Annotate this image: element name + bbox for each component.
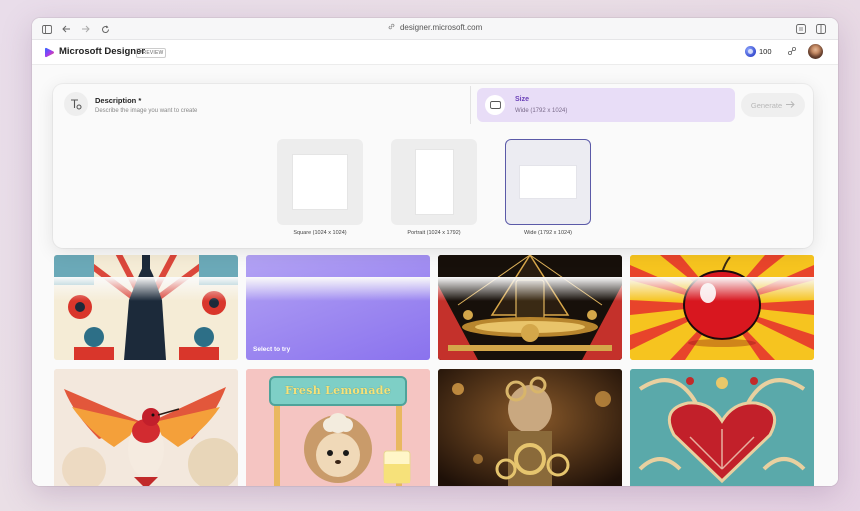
share-icon[interactable] [787, 46, 797, 58]
size-option-portrait[interactable] [391, 139, 477, 225]
gallery-fade [32, 277, 838, 301]
prompt-panel: Description * Describe the image you wan… [53, 84, 813, 248]
address-bar[interactable]: designer.microsoft.com [32, 23, 838, 32]
select-to-try-label: Select to try [253, 346, 291, 353]
square-shape [293, 155, 347, 209]
text-prompt-icon [64, 92, 88, 116]
portrait-shape [415, 150, 453, 214]
browser-window: designer.microsoft.com Microsoft Designe… [32, 18, 838, 486]
gallery-tile-select[interactable]: Select to try [246, 255, 430, 360]
gallery-tile-cherry[interactable] [630, 255, 814, 360]
gallery-tile-steampunk[interactable] [438, 369, 622, 486]
preview-badge: PREVIEW [136, 48, 167, 58]
url-text: designer.microsoft.com [399, 23, 483, 32]
divider [470, 86, 471, 124]
gallery-tile-lemonade[interactable]: Fresh Lemonade [246, 369, 430, 486]
app-header: Microsoft Designer PREVIEW 100 [32, 40, 838, 65]
size-value: Wide (1792 x 1024) [515, 108, 568, 114]
designer-logo-icon[interactable] [44, 47, 55, 58]
wide-shape [520, 166, 576, 198]
split-view-icon[interactable] [814, 22, 828, 36]
size-option-square[interactable] [277, 139, 363, 225]
boost-coin-icon [745, 46, 756, 57]
arrow-right-icon [786, 100, 795, 110]
description-input[interactable]: Describe the image you want to create [95, 108, 197, 114]
credits-count: 100 [759, 47, 772, 56]
size-title: Size [515, 96, 530, 103]
main-content: Select to try Fresh Lemonade Description… [32, 65, 838, 486]
browser-toolbar: designer.microsoft.com [32, 18, 838, 40]
reader-icon[interactable] [794, 22, 808, 36]
generate-label: Generate [750, 100, 783, 110]
gallery-tile-heart[interactable] [630, 369, 814, 486]
link-icon [388, 23, 397, 32]
description-title: Description * [95, 96, 142, 105]
size-option-wide-label: Wide (1792 x 1024) [524, 230, 572, 236]
lemonade-sign-text: Fresh Lemonade [284, 384, 392, 397]
size-option-portrait-label: Portrait (1024 x 1792) [407, 230, 461, 236]
generate-button[interactable]: Generate [741, 93, 805, 117]
size-option-square-label: Square (1024 x 1024) [293, 230, 347, 236]
aspect-ratio-icon [485, 95, 505, 115]
gallery-tile-artdeco[interactable] [438, 255, 622, 360]
user-avatar[interactable] [808, 44, 823, 59]
gallery-tile-hummingbird[interactable] [54, 369, 238, 486]
credits-indicator[interactable]: 100 [745, 46, 772, 57]
app-title[interactable]: Microsoft Designer [59, 46, 145, 57]
size-option-wide[interactable] [505, 139, 591, 225]
size-selector[interactable]: Size Wide (1792 x 1024) [477, 88, 735, 122]
gallery-tile-statue[interactable] [54, 255, 238, 360]
